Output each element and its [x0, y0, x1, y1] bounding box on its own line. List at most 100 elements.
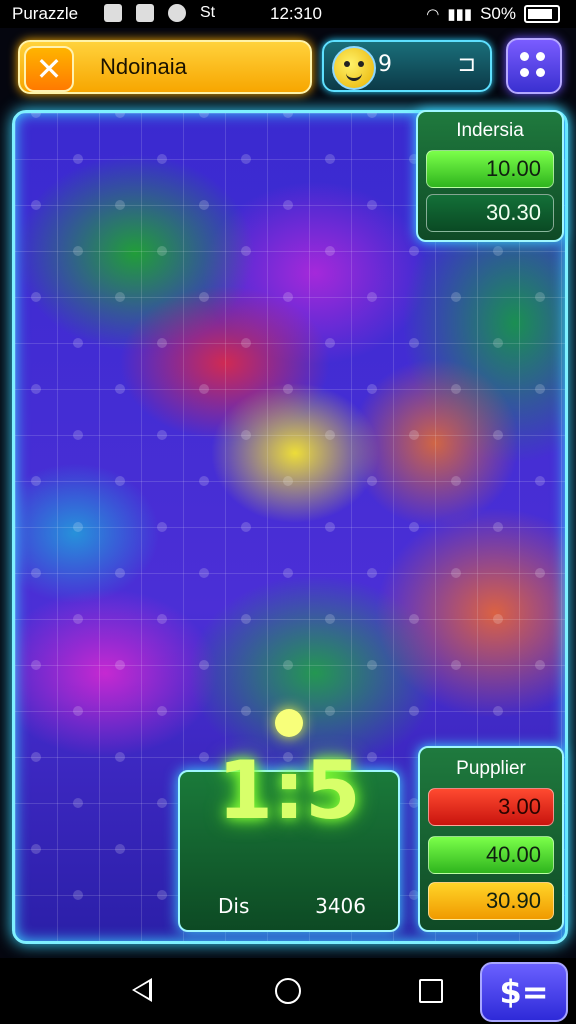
puzzle-knob [199, 200, 209, 210]
puzzle-knob [31, 476, 41, 486]
timer-display: 1:5 [217, 744, 361, 837]
puzzle-knob [115, 292, 125, 302]
puzzle-knob [31, 660, 41, 670]
dot-icon [536, 52, 545, 61]
puzzle-knob [409, 338, 419, 348]
puzzle-knob [367, 292, 377, 302]
puzzle-knob [157, 338, 167, 348]
gallery-icon [136, 4, 154, 22]
puzzle-knob [73, 246, 83, 256]
top-info-panel: Indersia 10.00 30.30 [416, 110, 564, 242]
puzzle-knob [73, 154, 83, 164]
home-icon[interactable] [275, 978, 301, 1004]
bottom-panel-row: 40.00 [428, 836, 554, 874]
bottom-info-panel: Pupplier 3.00 40.00 30.90 [418, 746, 564, 932]
back-icon[interactable] [132, 978, 152, 1002]
puzzle-knob [283, 200, 293, 210]
puzzle-knob [199, 384, 209, 394]
puzzle-knob [157, 154, 167, 164]
puzzle-knob [115, 844, 125, 854]
puzzle-knob [451, 384, 461, 394]
puzzle-knob [199, 476, 209, 486]
puzzle-knob [325, 614, 335, 624]
status-app-name: Purazzle [12, 4, 79, 23]
puzzle-knob [115, 752, 125, 762]
puzzle-knob [493, 246, 503, 256]
puzzle-knob [241, 614, 251, 624]
status-text-icon: St [200, 4, 216, 21]
puzzle-knob [73, 890, 83, 900]
top-panel-row: 10.00 [426, 150, 554, 188]
puzzle-knob [241, 246, 251, 256]
close-button[interactable]: ✕ [24, 46, 74, 92]
puzzle-knob [157, 246, 167, 256]
shop-button[interactable]: $= [480, 962, 568, 1022]
puzzle-knob [451, 476, 461, 486]
puzzle-knob [199, 292, 209, 302]
puzzle-knob [367, 476, 377, 486]
puzzle-knob [199, 660, 209, 670]
wifi-icon: ◠ [426, 6, 440, 23]
puzzle-knob [157, 522, 167, 532]
signal-icon: ▮▮▮ [447, 6, 473, 23]
bottom-panel-row: 3.00 [428, 788, 554, 826]
puzzle-knob [199, 568, 209, 578]
nav-bar: $= [0, 958, 576, 1024]
timer-value: 3406 [315, 894, 366, 918]
menu-button[interactable] [506, 38, 562, 94]
puzzle-knob [325, 338, 335, 348]
top-panel-row: 30.30 [426, 194, 554, 232]
puzzle-knob [115, 568, 125, 578]
bottom-panel-title: Pupplier [456, 758, 526, 779]
puzzle-knob [115, 384, 125, 394]
dot-icon [520, 52, 529, 61]
puzzle-knob [367, 200, 377, 210]
puzzle-knob [409, 246, 419, 256]
puzzle-knob [73, 522, 83, 532]
puzzle-knob [31, 844, 41, 854]
battery-percent: S0% [480, 4, 516, 23]
puzzle-knob [115, 200, 125, 210]
status-icons: St [104, 4, 215, 22]
puzzle-knob [409, 430, 419, 440]
puzzle-knob [367, 384, 377, 394]
puzzle-knob [157, 706, 167, 716]
status-right: ◠ ▮▮▮ S0% [426, 4, 560, 24]
recent-apps-icon[interactable] [419, 979, 443, 1003]
puzzle-knob [325, 246, 335, 256]
timer-label: Dis [218, 894, 250, 918]
puzzle-knob [451, 660, 461, 670]
puzzle-knob [73, 706, 83, 716]
top-bar: ✕ Ndoinaia 9 ⊐ [0, 36, 576, 94]
title-pill: ✕ Ndoinaia [18, 40, 312, 94]
puzzle-knob [241, 522, 251, 532]
puzzle-knob [31, 200, 41, 210]
puzzle-knob [409, 522, 419, 532]
puzzle-knob [367, 568, 377, 578]
puzzle-knob [325, 522, 335, 532]
status-clock: 12:310 [270, 4, 322, 23]
puzzle-knob [535, 476, 545, 486]
puzzle-knob [283, 292, 293, 302]
puzzle-knob [241, 430, 251, 440]
dot-icon [536, 68, 545, 77]
puzzle-knob [409, 614, 419, 624]
puzzle-knob [241, 706, 251, 716]
puzzle-knob [73, 430, 83, 440]
puzzle-knob [157, 798, 167, 808]
score-suffix-icon: ⊐ [457, 52, 476, 77]
puzzle-knob [283, 568, 293, 578]
puzzle-knob [157, 430, 167, 440]
puzzle-knob [493, 614, 503, 624]
puzzle-knob [115, 660, 125, 670]
puzzle-knob [283, 660, 293, 670]
puzzle-knob [283, 476, 293, 486]
puzzle-knob [73, 338, 83, 348]
dot-icon [520, 68, 529, 77]
puzzle-knob [73, 798, 83, 808]
record-icon [168, 4, 186, 22]
puzzle-knob [535, 660, 545, 670]
top-panel-title: Indersia [456, 120, 524, 141]
puzzle-knob [493, 338, 503, 348]
glow-dot [275, 709, 303, 737]
